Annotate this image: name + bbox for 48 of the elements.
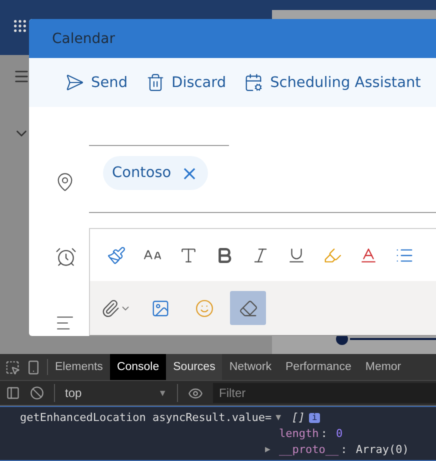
schedule-button[interactable]: Scheduling Assistant [244,73,421,92]
property-separator: : [340,443,348,456]
context-select[interactable]: top ▼ [54,384,178,402]
eraser-icon [238,298,258,318]
chip-label: Contoso [112,165,172,181]
devtools-tab[interactable]: Network [222,354,279,380]
image-icon [150,298,170,318]
menu-icon[interactable] [13,68,30,85]
devtools-tab[interactable]: Elements [48,354,110,380]
devtools-tab[interactable]: Console [110,354,166,380]
property-key: __proto__ [279,443,339,456]
underline-icon [286,246,306,264]
filter-field[interactable]: Filter [213,383,436,403]
dialog-title: Calendar [52,30,115,46]
calendar-icon [244,73,264,92]
paintbrush-icon [106,246,126,264]
send-button[interactable]: Send [65,73,128,92]
paper-plane-icon [65,73,84,92]
discard-button[interactable]: Discard [146,73,226,92]
clear-console-icon[interactable] [30,386,44,400]
property-key: length [279,427,319,440]
info-badge[interactable]: i [308,412,320,422]
property-separator: : [320,427,328,440]
font-color-icon [358,246,378,264]
expand-toggle[interactable]: ▼ [276,412,288,422]
highlighter-icon [322,246,342,264]
log-value: [] [292,411,305,424]
property-value: Array(0) [354,443,409,456]
location-field[interactable]: Contoso × [89,146,436,213]
paperclip-icon [101,298,120,318]
inspect-icon[interactable] [5,360,20,374]
alarm-clock-icon [55,246,77,268]
sidebar-icon[interactable] [6,386,20,400]
location-pin-icon [55,172,75,192]
smiley-icon [194,298,214,318]
expand-toggle[interactable]: ▶ [265,444,277,454]
log-message: getEnhancedLocation asyncResult.value= [20,411,272,424]
devtools-tab[interactable]: Performance [278,354,358,380]
devtools-tab[interactable]: Memor [358,354,408,380]
property-value: 0 [334,427,343,440]
devtools-tab[interactable]: Sources [166,354,222,380]
trash-icon [146,73,165,92]
remove-button[interactable]: × [181,163,198,183]
eye-icon[interactable] [188,386,203,400]
eraser-button[interactable] [230,291,266,325]
grow-font-icon [178,246,198,264]
device-icon[interactable] [26,360,41,374]
app-launcher-icon[interactable] [12,18,28,34]
